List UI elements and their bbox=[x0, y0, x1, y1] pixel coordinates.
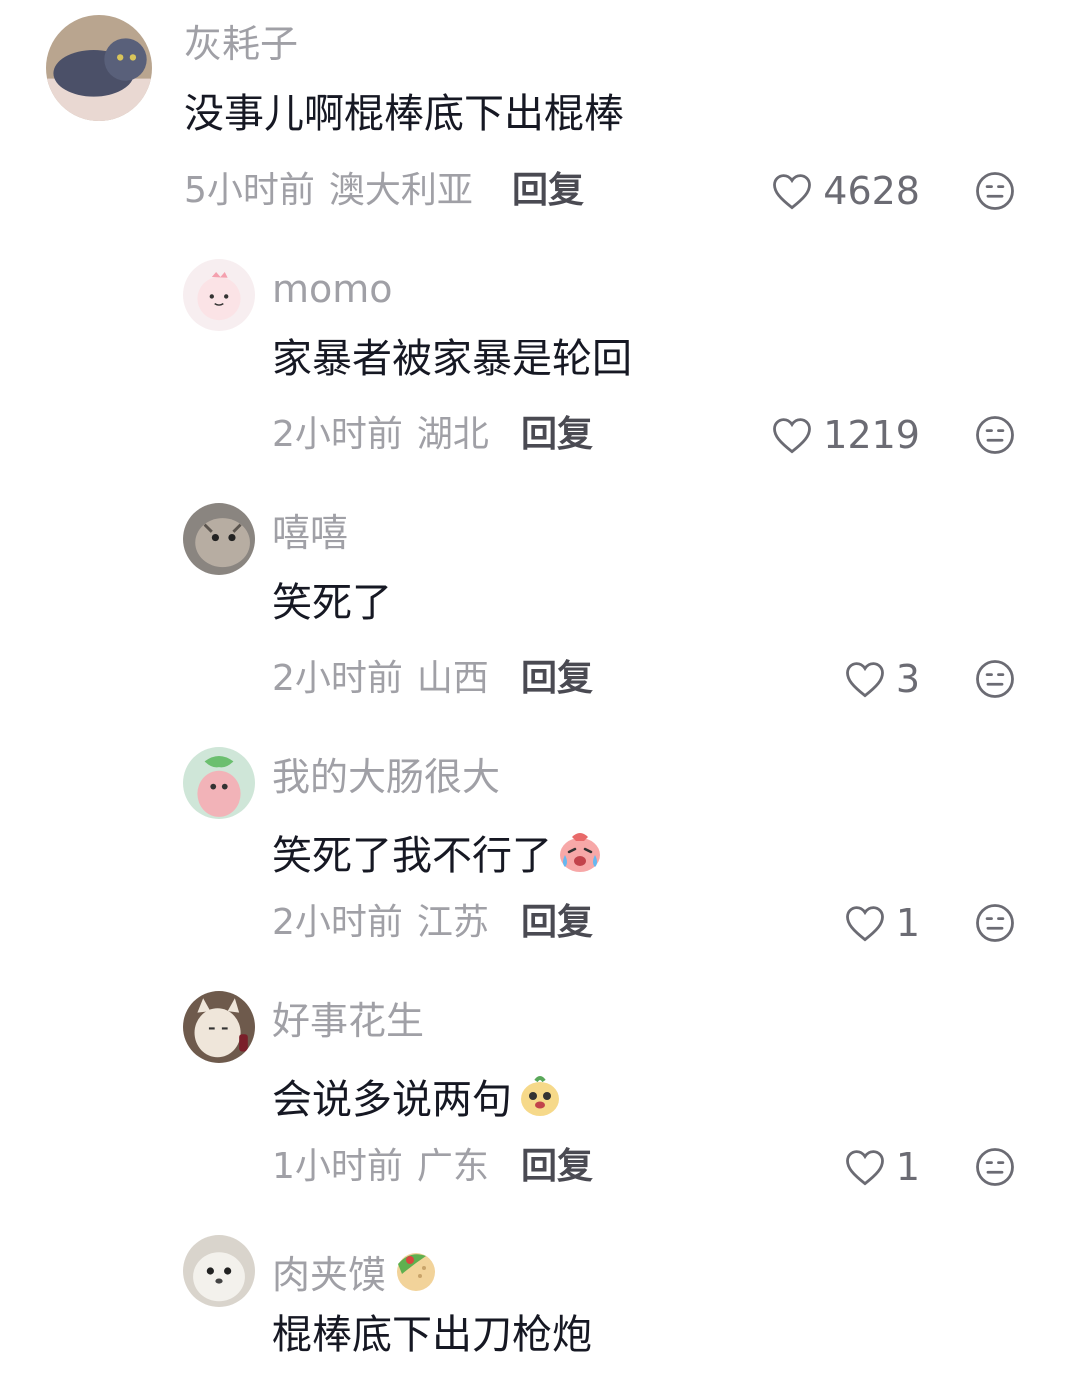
avatar[interactable] bbox=[183, 503, 255, 575]
cartoon-avatar-image bbox=[183, 747, 255, 819]
avatar[interactable] bbox=[46, 15, 152, 121]
cat-avatar-image bbox=[46, 15, 152, 121]
username[interactable]: 嘻嘻 bbox=[272, 514, 348, 552]
neutral-face-icon bbox=[976, 660, 1014, 698]
reply-button[interactable]: 回复 bbox=[521, 1149, 593, 1185]
cat-avatar-image bbox=[183, 991, 255, 1063]
avatar[interactable] bbox=[183, 259, 255, 331]
reply-button[interactable]: 回复 bbox=[521, 661, 593, 697]
like-button[interactable]: 1 bbox=[844, 901, 920, 945]
comment-text: 会说多说两句 bbox=[272, 1071, 564, 1126]
comment-meta: 2小时前 山西 bbox=[272, 661, 489, 697]
dislike-button[interactable] bbox=[974, 902, 1016, 944]
neutral-face-icon bbox=[976, 172, 1014, 210]
comment-meta: 5小时前 澳大利亚 bbox=[184, 173, 473, 209]
comment-meta: 2小时前 湖北 bbox=[272, 417, 489, 453]
timestamp: 2小时前 bbox=[272, 658, 403, 699]
location: 江苏 bbox=[416, 902, 489, 943]
comment-text: 棍棒底下出刀枪炮 bbox=[272, 1312, 592, 1358]
comment-text-content: 笑死了我不行了 bbox=[272, 833, 552, 879]
comment-meta: 1小时前 广东 bbox=[272, 1149, 489, 1185]
reply-button[interactable]: 回复 bbox=[512, 173, 584, 209]
location: 澳大利亚 bbox=[328, 170, 473, 211]
comment-text-content: 会说多说两句 bbox=[272, 1077, 512, 1123]
heart-outline-icon bbox=[845, 1150, 884, 1186]
comment-text: 没事儿啊棍棒底下出棍棒 bbox=[184, 91, 624, 137]
dislike-button[interactable] bbox=[974, 1146, 1016, 1188]
like-count: 4628 bbox=[823, 169, 920, 213]
timestamp: 1小时前 bbox=[272, 1146, 403, 1187]
like-count: 1219 bbox=[823, 413, 920, 457]
reply-button[interactable]: 回复 bbox=[521, 417, 593, 453]
like-count: 3 bbox=[895, 657, 920, 701]
username[interactable]: 我的大肠很大 bbox=[272, 758, 500, 796]
dislike-button[interactable] bbox=[974, 170, 1016, 212]
neutral-face-icon bbox=[976, 416, 1014, 454]
timestamp: 5小时前 bbox=[184, 170, 315, 211]
location: 广东 bbox=[416, 1146, 489, 1187]
avatar[interactable] bbox=[183, 747, 255, 819]
username[interactable]: momo bbox=[272, 270, 393, 308]
like-button[interactable]: 4628 bbox=[771, 169, 920, 213]
username[interactable]: 好事花生 bbox=[272, 1002, 424, 1040]
heart-outline-icon bbox=[845, 906, 884, 942]
peanut-emoji-icon bbox=[516, 1071, 564, 1126]
cat-avatar-image bbox=[183, 503, 255, 575]
like-button[interactable]: 1219 bbox=[771, 413, 920, 457]
reply-button[interactable]: 回复 bbox=[521, 905, 593, 941]
neutral-face-icon bbox=[976, 904, 1014, 942]
like-count: 1 bbox=[895, 901, 920, 945]
heart-outline-icon bbox=[845, 662, 884, 698]
heart-outline-icon bbox=[773, 174, 812, 210]
like-button[interactable]: 3 bbox=[844, 657, 920, 701]
dislike-button[interactable] bbox=[974, 658, 1016, 700]
comment-meta: 2小时前 江苏 bbox=[272, 905, 489, 941]
neutral-face-icon bbox=[976, 1148, 1014, 1186]
location: 山西 bbox=[416, 658, 489, 699]
comment-text: 笑死了我不行了 bbox=[272, 827, 604, 882]
like-count: 1 bbox=[895, 1145, 920, 1189]
timestamp: 2小时前 bbox=[272, 414, 403, 455]
cartoon-avatar-image bbox=[183, 259, 255, 331]
burrito-emoji-icon bbox=[390, 1246, 438, 1300]
avatar[interactable] bbox=[183, 991, 255, 1063]
location: 湖北 bbox=[416, 414, 489, 455]
crying-laughing-emoji-icon bbox=[556, 827, 604, 882]
avatar[interactable] bbox=[183, 1235, 255, 1307]
comment-text: 笑死了 bbox=[272, 580, 392, 626]
comment-text: 家暴者被家暴是轮回 bbox=[272, 336, 632, 382]
username-text: 肉夹馍 bbox=[272, 1253, 387, 1297]
heart-outline-icon bbox=[773, 418, 812, 454]
timestamp: 2小时前 bbox=[272, 902, 403, 943]
username[interactable]: 灰耗子 bbox=[184, 25, 298, 63]
seal-avatar-image bbox=[183, 1235, 255, 1307]
username[interactable]: 肉夹馍 bbox=[272, 1246, 438, 1300]
like-button[interactable]: 1 bbox=[844, 1145, 920, 1189]
dislike-button[interactable] bbox=[974, 414, 1016, 456]
